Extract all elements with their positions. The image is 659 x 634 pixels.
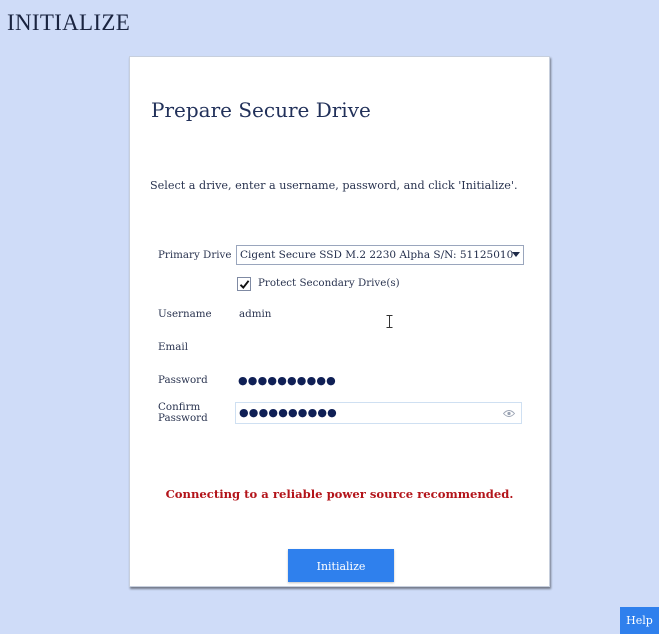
power-warning: Connecting to a reliable power source re… (165, 487, 514, 501)
confirm-password-field[interactable]: ●●●●●●●●●● (235, 402, 522, 424)
password-label: Password (158, 374, 208, 386)
instructions-text: Select a drive, enter a username, passwo… (150, 179, 518, 192)
protect-secondary-checkbox[interactable] (237, 277, 251, 291)
username-field[interactable]: admin (239, 308, 271, 320)
primary-drive-value: Cigent Secure SSD M.2 2230 Alpha S/N: 51… (240, 249, 514, 261)
username-label: Username (158, 308, 212, 320)
primary-drive-select[interactable]: Cigent Secure SSD M.2 2230 Alpha S/N: 51… (236, 245, 524, 265)
password-field[interactable]: ●●●●●●●●●● (238, 374, 336, 387)
text-cursor-icon (386, 315, 393, 328)
prepare-drive-card: Prepare Secure Drive Select a drive, ent… (129, 56, 550, 587)
confirm-password-value: ●●●●●●●●●● (239, 406, 337, 419)
chevron-down-icon (512, 252, 520, 257)
help-button[interactable]: Help (620, 607, 659, 634)
confirm-password-label: Confirm Password (158, 401, 208, 424)
protect-secondary-label: Protect Secondary Drive(s) (258, 277, 400, 289)
page-title: INITIALIZE (7, 10, 131, 35)
email-label: Email (158, 341, 189, 353)
initialize-button[interactable]: Initialize (288, 549, 394, 582)
checkmark-icon (239, 280, 250, 290)
eye-icon[interactable] (503, 409, 515, 418)
card-title: Prepare Secure Drive (151, 98, 371, 122)
primary-drive-label: Primary Drive (158, 249, 232, 261)
